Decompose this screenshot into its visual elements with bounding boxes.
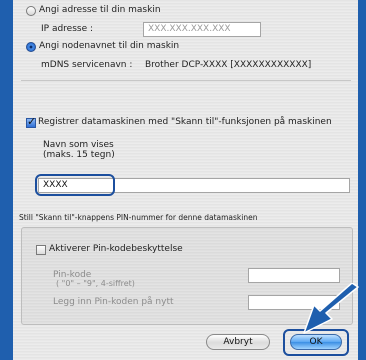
- display-name-label: Navn som vises: [43, 140, 114, 150]
- mdns-label: mDNS servicenavn :: [41, 60, 133, 70]
- register-checkbox[interactable]: [26, 115, 36, 128]
- pin-section-title: Still "Skann til"-knappens PIN-nummer fo…: [19, 213, 258, 222]
- nodename-radio-label: Angi nodenavnet til din maskin: [39, 41, 180, 51]
- pin-repeat-label: Legg inn Pin-koden på nytt: [53, 297, 174, 307]
- pointer-arrow-icon: [303, 283, 359, 334]
- pin-code-hint: ( "0" – "9", 4-siffret): [56, 279, 135, 288]
- pin-code-input[interactable]: [248, 268, 340, 283]
- nodename-radio[interactable]: [26, 42, 36, 52]
- cancel-button[interactable]: Avbryt: [206, 334, 270, 350]
- register-checkbox-label: Registrer datamaskinen med "Skann til"-f…: [38, 117, 332, 127]
- address-radio-label: Angi adresse til din maskin: [39, 5, 161, 15]
- mdns-value: Brother DCP-XXXX [XXXXXXXXXXXX]: [145, 60, 312, 70]
- display-name-focus-ring: [35, 174, 115, 196]
- display-name-hint: (maks. 15 tegn): [43, 150, 115, 160]
- divider: [21, 80, 351, 81]
- address-radio[interactable]: [26, 6, 36, 16]
- pin-protect-checkbox[interactable]: [36, 245, 46, 255]
- ip-address-input[interactable]: XXX.XXX.XXX.XXX: [143, 22, 261, 37]
- ip-label: IP adresse :: [41, 24, 94, 34]
- pin-protect-label: Aktiverer Pin-kodebeskyttelse: [49, 244, 183, 254]
